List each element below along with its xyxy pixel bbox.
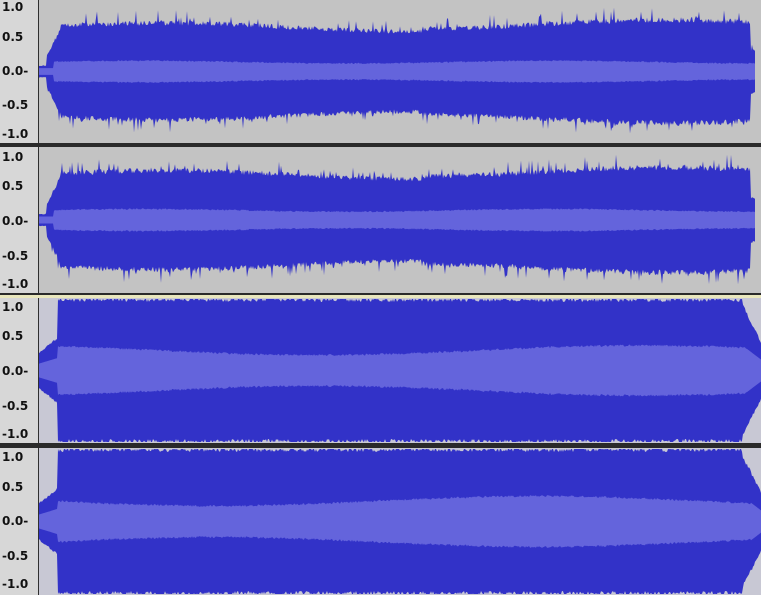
ruler-label-lower: -0.5	[2, 399, 29, 413]
waveform	[39, 299, 761, 442]
waveform	[39, 147, 761, 293]
amplitude-ruler: 1.0 0.5 0.0- -0.5 -1.0	[0, 0, 39, 143]
amplitude-ruler: 1.0 0.5 0.0- -0.5 -1.0	[0, 448, 39, 595]
amplitude-ruler: 1.0 0.5 0.0- -0.5 -1.0	[0, 147, 39, 293]
track-1-left-channel[interactable]: 1.0 0.5 0.0- -0.5 -1.0	[0, 0, 761, 143]
ruler-label-bottom: -1.0	[2, 577, 29, 591]
waveform-area[interactable]	[39, 147, 761, 293]
ruler-label-lower: -0.5	[2, 249, 29, 263]
ruler-label-center: 0.0-	[2, 214, 29, 228]
waveform	[39, 449, 761, 594]
waveform	[39, 0, 761, 143]
amplitude-ruler: 1.0 0.5 0.0- -0.5 -1.0	[0, 298, 39, 443]
ruler-label-top: 1.0	[2, 300, 24, 314]
ruler-label-bottom: -1.0	[2, 277, 29, 291]
ruler-label-top: 1.0	[2, 0, 24, 14]
track-2-right-channel[interactable]: 1.0 0.5 0.0- -0.5 -1.0	[0, 448, 761, 595]
ruler-label-upper: 0.5	[2, 480, 24, 494]
waveform-area[interactable]	[39, 448, 761, 595]
ruler-label-center: 0.0-	[2, 364, 29, 378]
ruler-label-lower: -0.5	[2, 98, 29, 112]
ruler-label-upper: 0.5	[2, 329, 24, 343]
ruler-label-bottom: -1.0	[2, 427, 29, 441]
ruler-label-center: 0.0-	[2, 514, 29, 528]
ruler-label-top: 1.0	[2, 150, 24, 164]
audio-editor: 1.0 0.5 0.0- -0.5 -1.0 1.0 0.5 0.0- -0.5…	[0, 0, 761, 595]
track-1-right-channel[interactable]: 1.0 0.5 0.0- -0.5 -1.0	[0, 147, 761, 293]
ruler-label-lower: -0.5	[2, 549, 29, 563]
ruler-label-top: 1.0	[2, 450, 24, 464]
waveform-area[interactable]	[39, 298, 761, 443]
ruler-label-upper: 0.5	[2, 30, 24, 44]
ruler-label-upper: 0.5	[2, 179, 24, 193]
waveform-area[interactable]	[39, 0, 761, 143]
ruler-label-bottom: -1.0	[2, 127, 29, 141]
ruler-label-center: 0.0-	[2, 64, 29, 78]
track-2-left-channel[interactable]: 1.0 0.5 0.0- -0.5 -1.0	[0, 298, 761, 443]
